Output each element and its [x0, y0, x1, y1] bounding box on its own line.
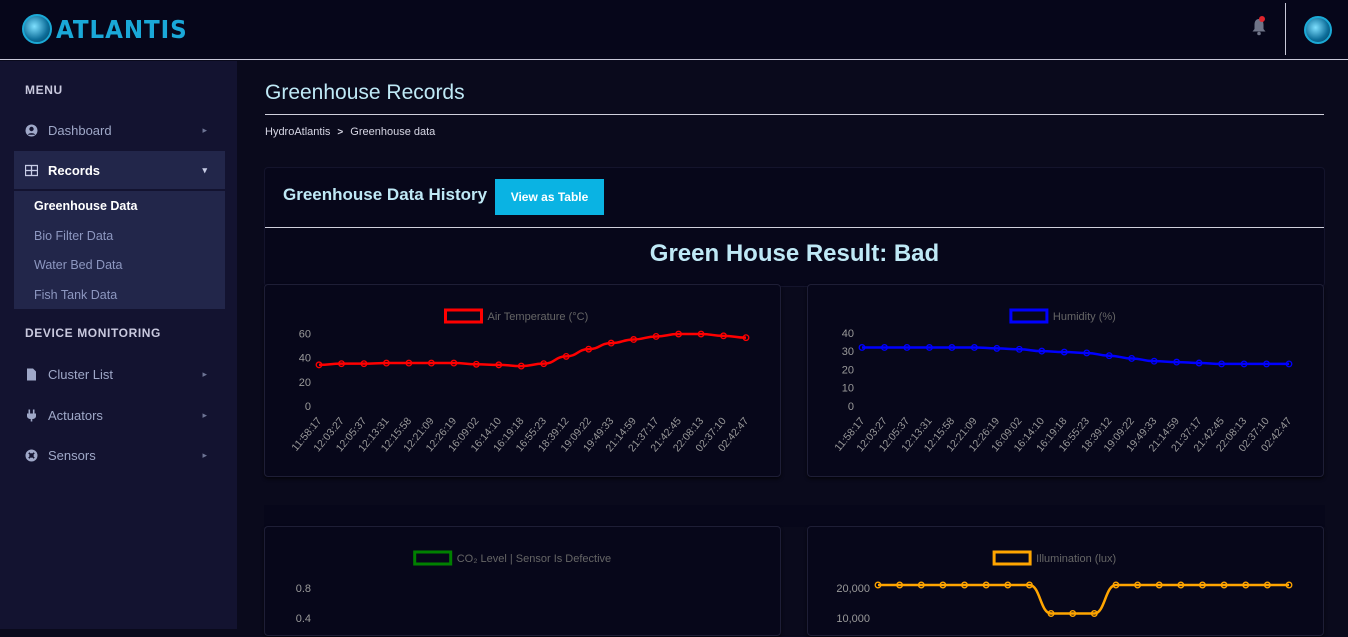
chevron-right-icon: ▸ [202, 409, 207, 420]
y-tick-label: 20 [299, 377, 311, 389]
sidebar-item-label: Sensors [48, 447, 96, 463]
legend-swatch[interactable] [1009, 308, 1049, 324]
y-tick-label: 10,000 [836, 613, 870, 625]
chevron-right-icon: ▸ [202, 124, 207, 135]
logo-text: ATLANTIS [56, 14, 188, 44]
user-circle-icon [25, 124, 38, 136]
page-title: Greenhouse Records [265, 81, 465, 104]
chevron-right-icon: > [337, 126, 344, 138]
legend-label[interactable]: Humidity (%) [1053, 311, 1116, 323]
series-line [877, 583, 1289, 615]
table-icon [25, 164, 38, 176]
y-tick-label: 60 [299, 328, 311, 340]
sidebar-item-label: Records [48, 162, 101, 178]
legend-label[interactable]: Air Temperature (°C) [488, 311, 589, 323]
submenu-item-greenhouse[interactable]: Greenhouse Data [34, 199, 138, 213]
breadcrumb-current: Greenhouse data [350, 126, 436, 138]
card-divider [265, 227, 1324, 228]
file-icon [27, 368, 36, 380]
y-tick-label: 40 [299, 353, 311, 365]
series-line [318, 332, 747, 368]
sidebar-item-sensors[interactable]: Sensors ▸ [14, 436, 225, 474]
avatar[interactable] [1304, 16, 1332, 44]
air-temperature-chart-svg: Air Temperature (°C)020406011:58:1712:03… [289, 308, 751, 454]
co2-chart: CO₂ Level | Sensor Is Defective 0.4 0.8 [264, 526, 781, 636]
breadcrumb: HydroAtlantis > Greenhouse data [265, 126, 435, 138]
y-tick-label: 0.4 [296, 613, 311, 625]
series-line [862, 346, 1289, 366]
y-tick-label: 10 [842, 383, 854, 395]
sidebar-item-cluster-list[interactable]: Cluster List ▸ [14, 355, 225, 393]
logo[interactable]: ATLANTIS [22, 14, 199, 44]
top-bar [0, 0, 1348, 60]
y-tick-label: 20,000 [836, 583, 870, 595]
secondary-card [264, 505, 1325, 527]
card-title: Greenhouse Data History [283, 185, 488, 204]
legend-swatch[interactable] [444, 308, 483, 324]
logo-icon [22, 14, 52, 44]
sidebar-item-actuators[interactable]: Actuators ▸ [14, 396, 225, 434]
sidebar-item-records[interactable]: Records ▾ [14, 151, 225, 189]
sidebar-item-label: Dashboard [48, 122, 112, 138]
illumination-chart: Illumination (lux) 10,000 20,000 [807, 526, 1324, 636]
chevron-down-icon: ▾ [202, 164, 207, 175]
illumination-chart-svg: Illumination (lux) 10,000 20,000 [836, 550, 1293, 625]
plug-icon [27, 409, 36, 421]
co2-chart-svg: CO₂ Level | Sensor Is Defective 0.4 0.8 [296, 550, 611, 625]
legend-swatch[interactable] [413, 550, 453, 566]
air-temperature-chart: Air Temperature (°C) 0 20 40 60 11:58:17 12:03… [264, 284, 781, 477]
chevron-right-icon: ▸ [202, 368, 207, 379]
legend-label[interactable]: Illumination (lux) [1036, 553, 1116, 565]
y-tick-label: 0 [305, 401, 311, 413]
result-heading: Green House Result: Bad [649, 240, 940, 267]
submenu-item-water-bed[interactable]: Water Bed Data [34, 258, 122, 272]
y-tick-label: 40 [842, 328, 854, 340]
y-tick-label: 20 [842, 364, 854, 376]
y-tick-label: 30 [842, 346, 854, 358]
view-as-table-button[interactable]: View as Table [495, 179, 604, 215]
y-tick-label: 0 [848, 401, 854, 413]
legend-label[interactable]: CO₂ Level | Sensor Is Defective [457, 553, 611, 565]
humidity-chart-svg: Humidity (%)01020304011:58:1712:03:2712:… [832, 308, 1294, 454]
sidebar-item-dashboard[interactable]: Dashboard ▸ [14, 111, 225, 149]
y-tick-label: 0.8 [296, 583, 311, 595]
top-divider [1285, 3, 1286, 55]
menu-title: MENU [25, 83, 63, 97]
records-submenu: Greenhouse Data Bio Filter Data Water Be… [14, 191, 225, 309]
breadcrumb-home[interactable]: HydroAtlantis [265, 126, 330, 138]
legend-swatch[interactable] [992, 550, 1032, 566]
notification-badge [1259, 16, 1265, 22]
submenu-item-bio-filter[interactable]: Bio Filter Data [34, 229, 113, 243]
humidity-chart: Humidity (%) 0 10 20 30 40 11:58:17 12:03:27 12:… [807, 284, 1324, 477]
submenu-item-fish-tank[interactable]: Fish Tank Data [34, 288, 117, 302]
sidebar-item-label: Actuators [48, 407, 103, 423]
sidebar-item-label: Cluster List [48, 366, 114, 382]
chevron-right-icon: ▸ [202, 449, 207, 460]
title-divider [265, 114, 1324, 115]
device-monitoring-title: DEVICE MONITORING [25, 326, 161, 340]
sensor-icon [25, 449, 38, 461]
